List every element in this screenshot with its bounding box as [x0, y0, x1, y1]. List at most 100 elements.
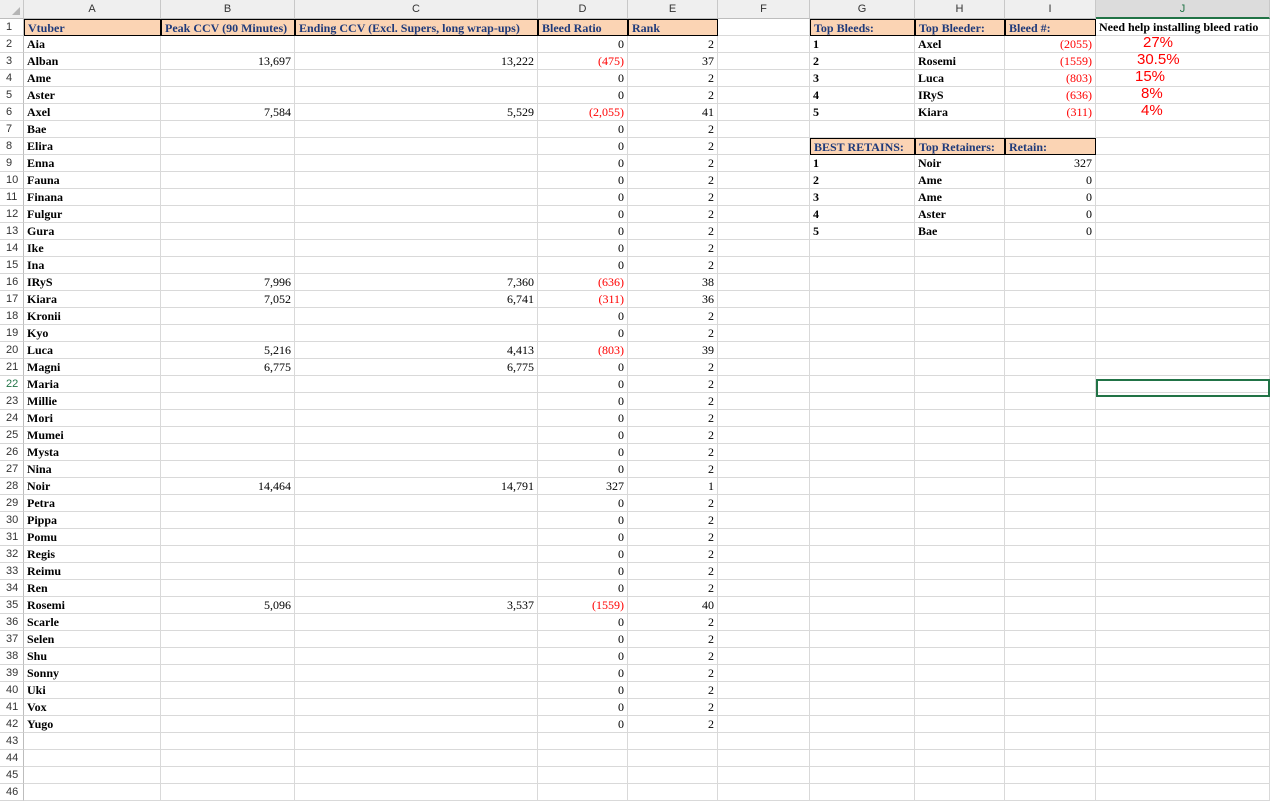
grid-cell[interactable] — [810, 512, 915, 529]
grid-cell[interactable] — [1096, 410, 1270, 427]
bleed-ratio[interactable]: 0 — [538, 70, 628, 87]
rank[interactable]: 2 — [628, 172, 718, 189]
bleed-ratio[interactable]: 0 — [538, 529, 628, 546]
ending-ccv[interactable]: 7,360 — [295, 274, 538, 291]
column-header-j[interactable]: J — [1096, 0, 1270, 19]
vtuber-name[interactable]: Ike — [24, 240, 161, 257]
peak-ccv[interactable] — [161, 138, 295, 155]
row-header[interactable]: 39 — [0, 665, 24, 682]
peak-ccv[interactable] — [161, 172, 295, 189]
ending-ccv[interactable] — [295, 631, 538, 648]
retainer-name[interactable]: Ame — [915, 172, 1005, 189]
grid-cell[interactable] — [718, 155, 810, 172]
row-header[interactable]: 28 — [0, 478, 24, 495]
bleed-ratio[interactable]: 327 — [538, 478, 628, 495]
bleed-value[interactable]: (1559) — [1005, 53, 1096, 70]
grid-cell[interactable] — [915, 716, 1005, 733]
row-header[interactable]: 10 — [0, 172, 24, 189]
grid-cell[interactable] — [1005, 784, 1096, 801]
top-retainers-header[interactable]: Top Retainers: — [915, 138, 1005, 155]
grid-cell[interactable] — [718, 563, 810, 580]
peak-ccv[interactable] — [161, 546, 295, 563]
grid-cell[interactable] — [718, 461, 810, 478]
peak-ccv[interactable] — [161, 461, 295, 478]
column-header-e[interactable]: E — [628, 0, 718, 19]
grid-cell[interactable] — [810, 699, 915, 716]
grid-cell[interactable] — [915, 274, 1005, 291]
peak-ccv[interactable] — [161, 376, 295, 393]
rank[interactable]: 41 — [628, 104, 718, 121]
row-header[interactable]: 8 — [0, 138, 24, 155]
row-header[interactable]: 34 — [0, 580, 24, 597]
grid-cell[interactable] — [915, 257, 1005, 274]
rank[interactable]: 2 — [628, 444, 718, 461]
rank[interactable]: 2 — [628, 87, 718, 104]
grid-cell[interactable] — [915, 631, 1005, 648]
row-header[interactable]: 37 — [0, 631, 24, 648]
header-vtuber[interactable]: Vtuber — [24, 19, 161, 36]
row-header[interactable]: 23 — [0, 393, 24, 410]
row-header[interactable]: 33 — [0, 563, 24, 580]
grid-cell[interactable] — [718, 580, 810, 597]
rank[interactable]: 1 — [628, 478, 718, 495]
row-header[interactable]: 42 — [0, 716, 24, 733]
bleed-number-header[interactable]: Bleed #: — [1005, 19, 1096, 36]
rank[interactable]: 2 — [628, 189, 718, 206]
row-header[interactable]: 19 — [0, 325, 24, 342]
rank[interactable]: 2 — [628, 36, 718, 53]
bleed-ratio[interactable]: 0 — [538, 444, 628, 461]
peak-ccv[interactable] — [161, 444, 295, 461]
grid-cell[interactable] — [1096, 257, 1270, 274]
ending-ccv[interactable] — [295, 206, 538, 223]
grid-cell[interactable] — [1096, 291, 1270, 308]
grid-cell[interactable] — [1005, 546, 1096, 563]
rank[interactable]: 2 — [628, 716, 718, 733]
column-header-b[interactable]: B — [161, 0, 295, 19]
bleed-ratio[interactable]: 0 — [538, 546, 628, 563]
vtuber-name[interactable]: Yugo — [24, 716, 161, 733]
grid-cell[interactable] — [1096, 546, 1270, 563]
row-header[interactable]: 30 — [0, 512, 24, 529]
row-header[interactable]: 32 — [0, 546, 24, 563]
rank[interactable]: 2 — [628, 138, 718, 155]
grid-cell[interactable] — [24, 733, 161, 750]
select-all-corner[interactable] — [0, 0, 24, 19]
ending-ccv[interactable] — [295, 257, 538, 274]
ending-ccv[interactable]: 5,529 — [295, 104, 538, 121]
bleed-ratio[interactable]: 0 — [538, 308, 628, 325]
grid-cell[interactable] — [1096, 189, 1270, 206]
grid-cell[interactable] — [161, 733, 295, 750]
ending-ccv[interactable] — [295, 546, 538, 563]
grid-cell[interactable] — [718, 308, 810, 325]
vtuber-name[interactable]: Pippa — [24, 512, 161, 529]
grid-cell[interactable] — [718, 767, 810, 784]
retain-rank[interactable]: 5 — [810, 223, 915, 240]
grid-cell[interactable] — [810, 665, 915, 682]
vtuber-name[interactable]: Mysta — [24, 444, 161, 461]
peak-ccv[interactable] — [161, 325, 295, 342]
grid-cell[interactable] — [718, 716, 810, 733]
bleed-ratio[interactable]: 0 — [538, 155, 628, 172]
grid-cell[interactable] — [810, 631, 915, 648]
bleed-ratio[interactable]: (803) — [538, 342, 628, 359]
grid-cell[interactable] — [718, 121, 810, 138]
bleeder-name[interactable]: IRyS — [915, 87, 1005, 104]
grid-cell[interactable] — [628, 767, 718, 784]
header-rank[interactable]: Rank — [628, 19, 718, 36]
grid-cell[interactable] — [1005, 359, 1096, 376]
bleed-ratio[interactable]: 0 — [538, 614, 628, 631]
bleed-ratio[interactable]: 0 — [538, 257, 628, 274]
grid-cell[interactable] — [810, 410, 915, 427]
row-header[interactable]: 31 — [0, 529, 24, 546]
grid-cell[interactable] — [538, 750, 628, 767]
grid-cell[interactable] — [718, 597, 810, 614]
ending-ccv[interactable] — [295, 376, 538, 393]
vtuber-name[interactable]: Axel — [24, 104, 161, 121]
grid-cell[interactable] — [1096, 121, 1270, 138]
grid-cell[interactable] — [915, 495, 1005, 512]
bleed-ratio[interactable]: 0 — [538, 699, 628, 716]
grid-cell[interactable] — [1096, 563, 1270, 580]
ending-ccv[interactable] — [295, 682, 538, 699]
grid-cell[interactable] — [718, 376, 810, 393]
top-bleeds-header[interactable]: Top Bleeds: — [810, 19, 915, 36]
